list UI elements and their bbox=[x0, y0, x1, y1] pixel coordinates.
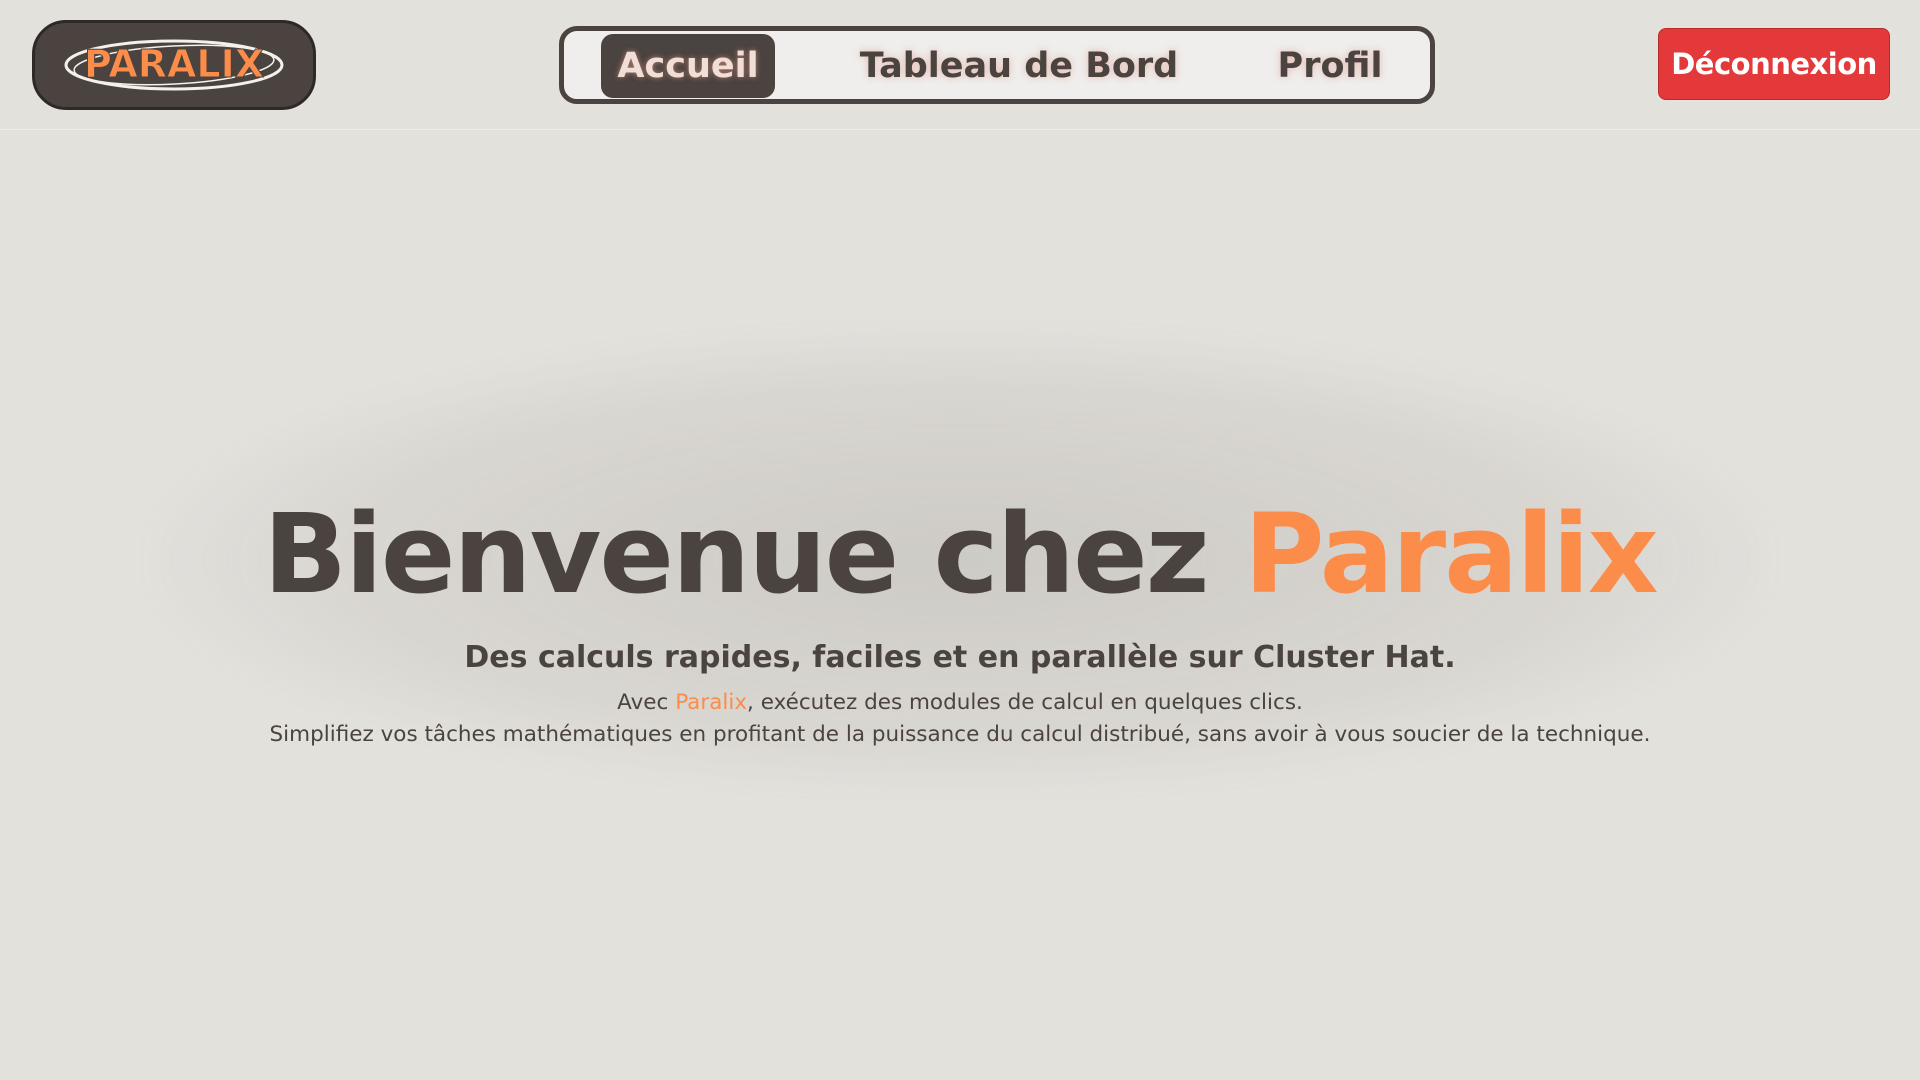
paralix-logo[interactable]: PARALIX bbox=[32, 20, 316, 110]
nav-item-profil[interactable]: Profil bbox=[1260, 34, 1400, 98]
line1-prefix: Avec bbox=[617, 690, 676, 715]
hero-section: Bienvenue chez Paralix Des calculs rapid… bbox=[150, 340, 1770, 800]
line1-suffix: , exécutez des modules de calcul en quel… bbox=[747, 690, 1303, 715]
hero-title-prefix: Bienvenue chez bbox=[263, 490, 1244, 618]
hero-description-line-1: Avec Paralix, exécutez des modules de ca… bbox=[150, 690, 1770, 715]
logo-text: PARALIX bbox=[84, 42, 264, 86]
hero-description-line-2: Simplifiez vos tâches mathématiques en p… bbox=[269, 722, 1651, 747]
logout-button[interactable]: Déconnexion bbox=[1658, 28, 1890, 100]
nav-item-accueil[interactable]: Accueil bbox=[601, 34, 775, 98]
main-nav: Accueil Tableau de Bord Profil bbox=[559, 26, 1435, 104]
hero-title-brand: Paralix bbox=[1244, 490, 1659, 618]
line1-brand: Paralix bbox=[675, 690, 748, 715]
hero-title: Bienvenue chez Paralix bbox=[150, 494, 1770, 615]
nav-item-tableau-de-bord[interactable]: Tableau de Bord bbox=[854, 34, 1184, 98]
hero-subtitle: Des calculs rapides, faciles et en paral… bbox=[464, 640, 1456, 675]
logo-graphic: PARALIX bbox=[64, 39, 284, 91]
top-header: PARALIX Accueil Tableau de Bord Profil D… bbox=[0, 0, 1920, 130]
